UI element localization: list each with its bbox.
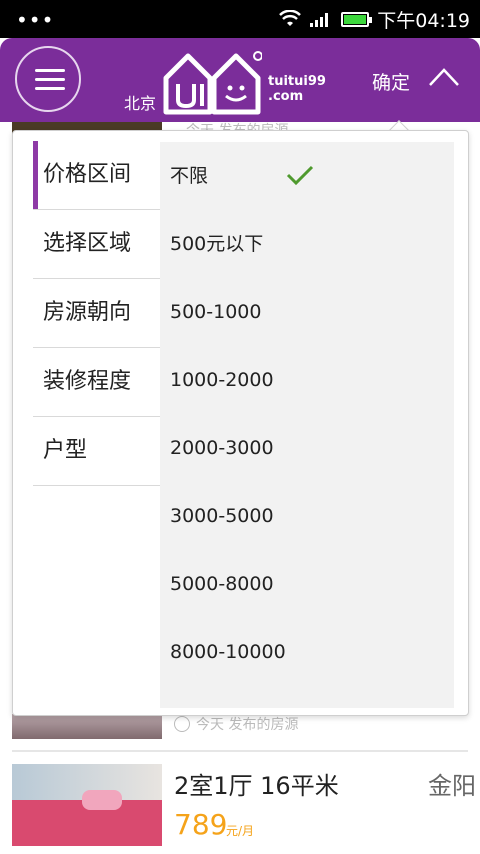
listing-photo	[12, 764, 162, 846]
notification-dots: •••	[16, 8, 55, 32]
option-item[interactable]: 不限	[160, 142, 454, 210]
menu-icon	[35, 69, 65, 72]
option-label: 500-1000	[170, 301, 262, 323]
option-item[interactable]: 2000-3000	[160, 414, 454, 482]
option-label: 3000-5000	[170, 505, 274, 527]
listing-thumbnail	[12, 714, 162, 739]
menu-button[interactable]	[15, 46, 81, 112]
wifi-icon	[279, 10, 302, 26]
listing-district: 金阳	[428, 772, 476, 800]
listing-card[interactable]: 2室1厅 16平米 金阳 789 元/月	[0, 752, 480, 854]
background-row-mid: 今天 发布的房源	[12, 714, 468, 740]
checkmark-icon	[286, 165, 314, 186]
filter-categories: 价格区间 选择区域 房源朝向 装修程度 户型	[33, 141, 160, 486]
listing-price-unit: 元/月	[226, 824, 255, 838]
signal-icon	[310, 13, 329, 27]
logo-text: tuitui99 .com	[268, 74, 326, 104]
app-header: 北京 tuitui99 .com 确定	[0, 38, 480, 122]
category-area[interactable]: 选择区域	[33, 210, 160, 279]
option-label: 2000-3000	[170, 437, 274, 459]
confirm-button[interactable]: 确定	[372, 68, 410, 95]
status-bar: ••• 下午04:19	[0, 0, 480, 38]
category-decoration[interactable]: 装修程度	[33, 348, 160, 417]
category-orientation[interactable]: 房源朝向	[33, 279, 160, 348]
battery-icon	[341, 11, 373, 27]
filter-dropdown: 价格区间 选择区域 房源朝向 装修程度 户型 不限 500元以下 500-100…	[12, 130, 469, 716]
option-item[interactable]: 8000-10000	[160, 618, 454, 686]
status-time: 下午04:19	[377, 9, 470, 32]
listing-price: 789	[174, 808, 228, 841]
option-label: 500元以下	[170, 233, 264, 255]
option-label: 不限	[170, 165, 209, 187]
option-item[interactable]: 1000-2000	[160, 346, 454, 414]
option-label: 5000-8000	[170, 573, 274, 595]
category-price-range[interactable]: 价格区间	[33, 141, 160, 210]
option-item[interactable]: 500元以下	[160, 210, 454, 278]
option-item[interactable]: 500-1000	[160, 278, 454, 346]
publish-time-text: 今天 发布的房源	[196, 717, 299, 733]
chevron-up-icon[interactable]	[428, 66, 460, 88]
city-label[interactable]: 北京	[124, 90, 156, 114]
status-right: 下午04:19	[279, 0, 470, 38]
option-item[interactable]: 5000-8000	[160, 550, 454, 618]
filter-options: 不限 500元以下 500-1000 1000-2000 2000-3000 3…	[160, 142, 454, 708]
logo-icon	[163, 51, 262, 115]
listing-title: 2室1厅 16平米	[174, 772, 339, 800]
option-item[interactable]: 3000-5000	[160, 482, 454, 550]
category-layout[interactable]: 户型	[33, 417, 160, 486]
option-label: 8000-10000	[170, 641, 286, 663]
option-label: 1000-2000	[170, 369, 274, 391]
clock-icon	[174, 716, 190, 732]
